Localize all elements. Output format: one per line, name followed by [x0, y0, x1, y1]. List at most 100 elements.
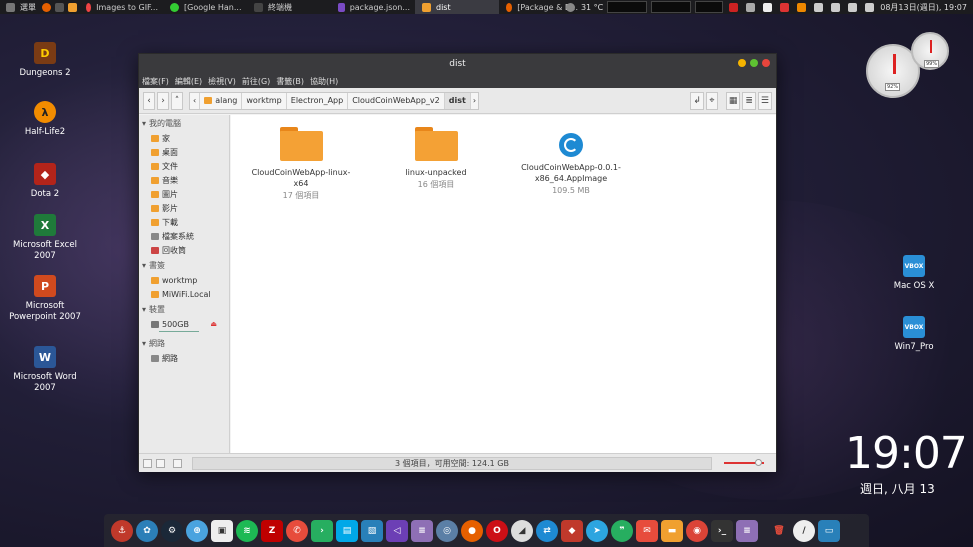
cpu-graph[interactable] [607, 1, 648, 13]
hide-sidebar-button[interactable] [173, 458, 182, 468]
clock-app-icon[interactable]: / [793, 519, 815, 542]
network-app-icon[interactable]: ⊕ [186, 519, 208, 542]
up-button[interactable]: ˄ [171, 91, 183, 110]
desktop-icon-word[interactable]: W Microsoft Word 2007 [5, 346, 85, 394]
breadcrumb-dist[interactable]: dist [444, 92, 471, 109]
terminal-launcher-icon[interactable] [55, 2, 64, 12]
show-tree-button[interactable] [156, 458, 165, 468]
telegram-icon[interactable]: ➤ [586, 519, 608, 542]
maximize-button[interactable] [750, 59, 758, 67]
desktop-icon-excel[interactable]: X Microsoft Excel 2007 [5, 214, 85, 262]
sidebar-item-music[interactable]: 音樂 [139, 173, 229, 187]
volume-icon[interactable] [831, 2, 841, 12]
breadcrumb-home[interactable]: alang [200, 92, 243, 109]
visual-studio-icon[interactable]: ◁ [386, 519, 408, 542]
desktop-icon-macosx[interactable]: VBOX Mac OS X [874, 255, 954, 292]
file-item-folder[interactable]: CloudCoinWebApp-linux-x64 17 個項目 [241, 117, 361, 201]
terminal-app-icon[interactable]: › [311, 519, 333, 542]
task-terminal[interactable]: 終端機 [247, 0, 331, 14]
notes-icon[interactable]: ◢ [511, 519, 533, 542]
sidebar-item-desktop[interactable]: 桌面 [139, 145, 229, 159]
task-dist[interactable]: dist [415, 0, 499, 14]
sidebar-section-computer[interactable]: ▾ 我的電腦 [139, 115, 229, 131]
breadcrumb-more[interactable]: › [471, 93, 478, 109]
sidebar-item-downloads[interactable]: 下載 [139, 215, 229, 229]
bluetooth-icon[interactable] [814, 2, 824, 12]
menu-go[interactable]: 前往(G) [242, 76, 270, 87]
sidebar-item-trash[interactable]: 回收筒 [139, 243, 229, 257]
sidebar-item-miwifi[interactable]: MiWiFi.Local [139, 287, 229, 301]
text-editor-icon[interactable]: ≡ [411, 519, 433, 542]
network-icon[interactable] [746, 2, 756, 12]
file-view[interactable]: CloudCoinWebApp-linux-x64 17 個項目 linux-u… [231, 115, 776, 453]
view-list-button[interactable]: ≣ [742, 91, 756, 110]
anchor-app-icon[interactable]: ⚓ [111, 519, 133, 542]
view-compact-button[interactable]: ☰ [757, 91, 772, 110]
breadcrumb-electron-app[interactable]: Electron_App [287, 92, 349, 109]
desktop-icon-halflife2[interactable]: λ Half-Life2 [5, 101, 85, 138]
shield-icon[interactable] [797, 2, 807, 12]
sidebar-item-home[interactable]: 家 [139, 131, 229, 145]
open-terminal-button[interactable]: ↲ [690, 91, 704, 110]
panel-datetime[interactable]: 08月13日(週日), 19:07 [880, 2, 967, 13]
desktop-icon-dota2[interactable]: ◆ Dota 2 [5, 163, 85, 200]
menu-bookmarks[interactable]: 書籤(B) [276, 76, 304, 87]
mail-icon[interactable]: ✉ [636, 519, 658, 542]
firefox-icon[interactable]: ● [461, 519, 483, 542]
desktop-icon-powerpoint[interactable]: P Microsoft Powerpoint 2007 [5, 275, 85, 323]
desktop-show-icon[interactable]: ▭ [818, 519, 840, 542]
forward-button[interactable]: › [157, 91, 169, 110]
sidebar-item-500gb[interactable]: 500GB ⏏ [139, 317, 229, 331]
document-editor-icon[interactable]: ≡ [736, 519, 758, 542]
task-package-json[interactable]: package.json... [331, 0, 415, 14]
window-titlebar[interactable]: dist [139, 54, 776, 74]
antivirus-icon[interactable] [780, 2, 790, 12]
task-images-to-gif[interactable]: Images to GIF... [79, 0, 163, 14]
file-item-appimage[interactable]: CloudCoinWebApp-0.0.1-x86_64.AppImage 10… [511, 117, 631, 196]
flag-icon[interactable] [729, 2, 739, 12]
menu-button[interactable]: 選單 [0, 0, 40, 14]
teamviewer-icon[interactable]: ⇄ [536, 519, 558, 542]
sidebar-item-filesystem[interactable]: 檔案系統 [139, 229, 229, 243]
opera-icon[interactable]: O [486, 519, 508, 542]
phone-icon[interactable]: ✆ [286, 519, 308, 542]
virtualbox-icon[interactable]: ▤ [336, 519, 358, 542]
trash-icon[interactable]: 🗑 [768, 520, 790, 542]
eject-icon[interactable]: ⏏ [210, 320, 217, 328]
menu-view[interactable]: 檢視(V) [208, 76, 236, 87]
breadcrumb-worktmp[interactable]: worktmp [242, 92, 287, 109]
desktop-icon-dungeons2[interactable]: D Dungeons 2 [5, 42, 85, 79]
chat-icon[interactable]: ❞ [611, 519, 633, 542]
git-icon[interactable]: ◆ [561, 519, 583, 542]
close-button[interactable] [762, 59, 770, 67]
files-launcher-icon[interactable] [68, 2, 77, 12]
spotify-icon[interactable]: ≋ [236, 519, 258, 542]
back-button[interactable]: ‹ [143, 91, 155, 110]
steam-icon[interactable]: ⚙ [161, 519, 183, 542]
chrome-icon[interactable]: ◉ [686, 519, 708, 542]
sidebar-item-network[interactable]: 網路 [139, 351, 229, 365]
dropbox-icon[interactable] [763, 2, 773, 12]
toggle-location-button[interactable]: ⌖ [705, 91, 718, 110]
scanner-icon[interactable]: ◎ [436, 519, 458, 542]
battery-icon[interactable] [865, 2, 875, 12]
file-item-folder[interactable]: linux-unpacked 16 個項目 [376, 117, 496, 190]
menu-edit[interactable]: 編輯(E) [175, 76, 202, 87]
sidebar-item-videos[interactable]: 影片 [139, 201, 229, 215]
disk-graph[interactable] [695, 1, 724, 13]
firefox-launcher-icon[interactable] [42, 2, 51, 12]
minimize-button[interactable] [738, 59, 746, 67]
sidebar-item-documents[interactable]: 文件 [139, 159, 229, 173]
sidebar-section-bookmarks[interactable]: ▾ 書簽 [139, 257, 229, 273]
sidebar-item-pictures[interactable]: 圖片 [139, 187, 229, 201]
sidebar-section-network[interactable]: ▾ 網路 [139, 335, 229, 351]
remote-desktop-icon[interactable]: ▣ [211, 519, 233, 542]
zoom-slider-handle[interactable] [755, 459, 762, 466]
breadcrumb-cloudcoinwebapp[interactable]: CloudCoinWebApp_v2 [348, 92, 445, 109]
show-places-button[interactable] [143, 458, 152, 468]
network-graph[interactable] [651, 1, 692, 13]
wifi-icon[interactable] [848, 2, 858, 12]
filezilla-icon[interactable]: Z [261, 519, 283, 542]
zoom-slider[interactable] [724, 459, 764, 466]
task-google-hangouts[interactable]: [Google Han... [163, 0, 247, 14]
